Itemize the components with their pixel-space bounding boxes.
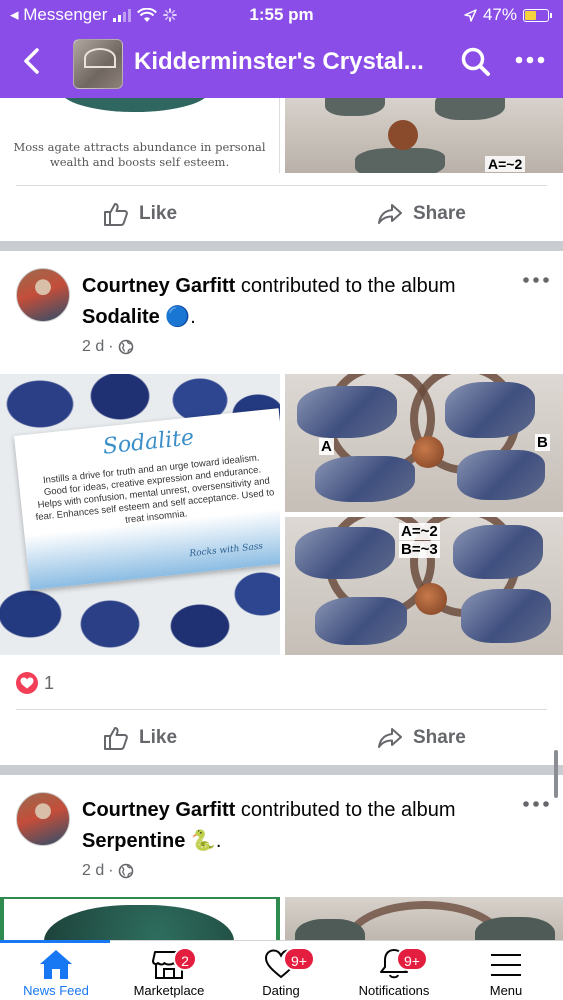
divider bbox=[16, 185, 547, 186]
post-actions: Like Share bbox=[0, 711, 563, 765]
sodalite-card-photo[interactable]: Sodalite Instills a drive for truth and … bbox=[0, 374, 280, 655]
post-headline: Courtney Garfitt contributed to the albu… bbox=[82, 275, 456, 328]
serpentine-photo[interactable] bbox=[285, 897, 563, 942]
tab-marketplace[interactable]: 2 Marketplace bbox=[113, 941, 225, 1000]
post-separator bbox=[0, 765, 563, 775]
tab-dating[interactable]: 9+ Dating bbox=[225, 941, 337, 1000]
photo-size-label-b: B=~3 bbox=[399, 541, 440, 558]
post-headline: Courtney Garfitt contributed to the albu… bbox=[82, 799, 456, 852]
tab-label: Menu bbox=[489, 983, 523, 998]
like-button[interactable]: Like bbox=[103, 711, 177, 765]
tab-label: Marketplace bbox=[133, 983, 205, 998]
moss-agate-card-text: Moss agate attracts abundance in persona… bbox=[13, 140, 266, 169]
share-button[interactable]: Share bbox=[377, 711, 466, 765]
previous-post-actions: Like Share bbox=[0, 187, 563, 241]
post-verb: contributed to the album bbox=[240, 799, 456, 821]
post-time[interactable]: 2 d bbox=[82, 338, 104, 356]
sodalite-photo-2[interactable]: A=~2 B=~3 bbox=[285, 517, 563, 655]
share-button[interactable]: Share bbox=[377, 187, 466, 241]
scrollbar[interactable] bbox=[554, 750, 558, 798]
post-more-icon[interactable] bbox=[522, 799, 550, 809]
status-right: 47% bbox=[464, 5, 552, 25]
like-icon bbox=[104, 203, 128, 226]
like-label: Like bbox=[139, 727, 178, 748]
love-reaction-icon bbox=[16, 672, 38, 694]
post-meta: 2 d · bbox=[82, 338, 134, 356]
post-more-icon[interactable] bbox=[522, 275, 550, 285]
globe-icon bbox=[118, 339, 133, 355]
bottom-tab-bar: News Feed 2 Marketplace 9+ Dating 9+ Not… bbox=[0, 940, 563, 1000]
home-icon bbox=[40, 950, 72, 979]
serpentine-card-photo[interactable] bbox=[0, 897, 280, 942]
serpentine-post-media[interactable] bbox=[0, 897, 563, 942]
notifications-badge: 9+ bbox=[396, 947, 428, 971]
nav-bar: Kidderminster's Crystal... bbox=[0, 36, 563, 92]
divider bbox=[16, 709, 547, 710]
like-label: Like bbox=[139, 203, 178, 224]
group-title[interactable]: Kidderminster's Crystal... bbox=[134, 48, 424, 76]
back-icon[interactable] bbox=[18, 46, 46, 76]
tab-menu[interactable]: Menu bbox=[450, 941, 562, 1000]
author-name[interactable]: Courtney Garfitt bbox=[82, 799, 235, 821]
avatar[interactable] bbox=[16, 268, 70, 322]
photo-label-a: A bbox=[319, 438, 334, 455]
location-arrow-icon bbox=[464, 8, 477, 22]
avatar[interactable] bbox=[16, 792, 70, 846]
tab-label: News Feed bbox=[23, 983, 89, 998]
reaction-count: 1 bbox=[44, 672, 55, 693]
sodalite-info-card: Sodalite Instills a drive for truth and … bbox=[14, 408, 280, 591]
tab-notifications[interactable]: 9+ Notifications bbox=[338, 941, 450, 1000]
tab-news-feed[interactable]: News Feed bbox=[0, 941, 112, 1000]
battery-percent: 47% bbox=[482, 5, 517, 24]
group-avatar[interactable] bbox=[73, 39, 123, 89]
author-name[interactable]: Courtney Garfitt bbox=[82, 275, 235, 297]
reaction-summary[interactable]: 1 bbox=[16, 672, 54, 694]
share-icon bbox=[378, 204, 402, 224]
tab-label: Dating bbox=[262, 983, 300, 998]
like-icon bbox=[104, 727, 128, 750]
album-name[interactable]: Serpentine bbox=[82, 830, 185, 852]
tab-label: Notifications bbox=[358, 983, 430, 998]
share-icon bbox=[378, 728, 402, 748]
status-bar: ◂ Messenger 1:55 pm 47% bbox=[0, 0, 563, 30]
search-icon[interactable] bbox=[460, 46, 492, 78]
app-header: ◂ Messenger 1:55 pm 47% Kidderminster's … bbox=[0, 0, 563, 98]
moss-agate-photo[interactable]: A=~2 bbox=[285, 98, 563, 173]
sodalite-photo-1[interactable]: A B bbox=[285, 374, 563, 512]
post-time[interactable]: 2 d bbox=[82, 862, 104, 880]
moss-agate-card-image[interactable]: Moss agate attracts abundance in persona… bbox=[0, 98, 280, 173]
previous-post-media[interactable]: Moss agate attracts abundance in persona… bbox=[0, 98, 563, 173]
hamburger-icon bbox=[491, 954, 521, 976]
share-label: Share bbox=[413, 727, 466, 748]
globe-icon bbox=[118, 863, 133, 879]
marketplace-badge: 2 bbox=[173, 947, 197, 971]
album-name[interactable]: Sodalite bbox=[82, 306, 160, 328]
album-emoji: 🔵 bbox=[165, 306, 191, 328]
dating-badge: 9+ bbox=[283, 947, 315, 971]
album-emoji: 🐍 bbox=[190, 830, 216, 852]
photo-label-b: B bbox=[535, 434, 550, 451]
like-button[interactable]: Like bbox=[103, 187, 177, 241]
photo-size-label: A=~2 bbox=[485, 156, 526, 172]
photo-size-label-a: A=~2 bbox=[399, 523, 440, 540]
share-label: Share bbox=[413, 203, 466, 224]
post-separator bbox=[0, 241, 563, 251]
post-media[interactable]: Sodalite Instills a drive for truth and … bbox=[0, 374, 563, 655]
battery-icon bbox=[523, 8, 552, 22]
post-meta: 2 d · bbox=[82, 862, 134, 880]
more-options-icon[interactable] bbox=[514, 50, 546, 70]
post-verb: contributed to the album bbox=[240, 275, 456, 297]
